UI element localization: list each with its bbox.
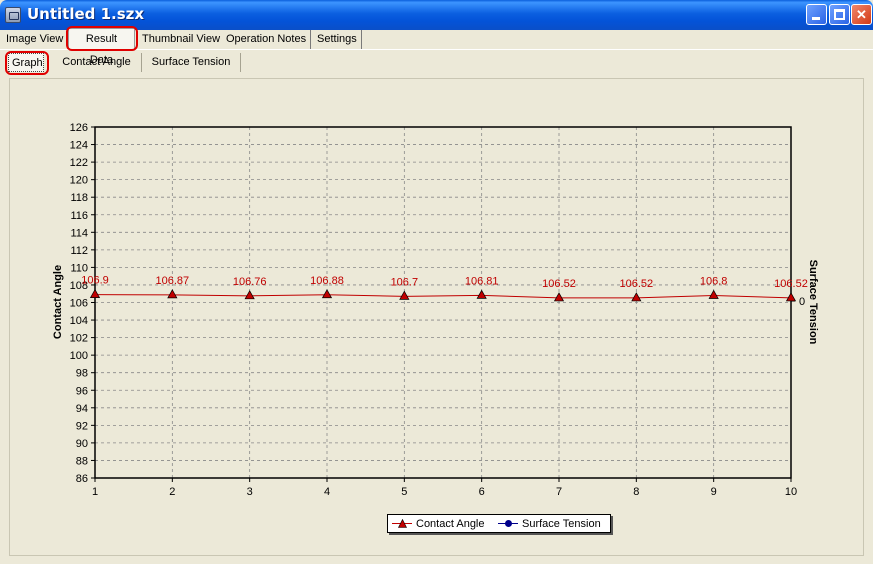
data-point (321, 289, 333, 299)
x-tick-label: 5 (401, 486, 407, 498)
legend-label: Contact Angle (416, 518, 485, 530)
y-axis-title: Contact Angle (52, 265, 64, 339)
y-axis-ticks: 8688909294969810010210410610811011211411… (70, 122, 95, 485)
y-tick-label: 106 (70, 298, 88, 310)
x-tick-label: 6 (479, 486, 485, 498)
data-point (708, 289, 719, 299)
data-label: 106.52 (774, 278, 808, 290)
y-tick-label: 96 (76, 385, 88, 397)
y-tick-label: 92 (76, 420, 88, 432)
y-tick-label: 122 (70, 157, 88, 169)
contact-angle-line (94, 294, 792, 299)
y-tick-label: 94 (76, 403, 88, 415)
data-label: 106.52 (542, 278, 576, 290)
x-tick-label: 9 (711, 486, 717, 498)
data-label: 106.81 (465, 275, 499, 287)
y-tick-label: 98 (76, 368, 88, 380)
data-point (244, 290, 255, 300)
data-point (553, 292, 565, 302)
circle-marker-icon (505, 520, 512, 527)
x-tick-label: 4 (324, 486, 330, 498)
x-axis-ticks: 1 2 3 4 5 6 7 8 9 10 (92, 478, 797, 498)
x-tick-label: 2 (169, 486, 175, 498)
data-point (167, 289, 178, 299)
chart-legend: Contact Angle Surface Tension (387, 514, 611, 533)
data-label: 106.88 (310, 275, 344, 287)
right-axis-title: Surface Tension (807, 260, 819, 345)
y-tick-label: 126 (70, 122, 88, 134)
data-point (631, 292, 642, 302)
right-tick-label: 0 (799, 296, 805, 308)
y-tick-label: 90 (76, 438, 88, 450)
x-tick-label: 1 (92, 486, 98, 498)
data-label: 106.7 (391, 276, 419, 288)
y-tick-label: 124 (70, 140, 88, 152)
y-tick-label: 116 (70, 210, 88, 222)
chart-grid (95, 127, 791, 478)
y-tick-label: 118 (70, 192, 88, 204)
data-point (785, 292, 797, 302)
data-point (89, 288, 101, 298)
data-label: 106.52 (620, 278, 654, 290)
y-tick-label: 110 (70, 262, 88, 274)
y-tick-label: 88 (76, 455, 88, 467)
legend-label: Surface Tension (522, 518, 601, 530)
x-tick-label: 7 (556, 486, 562, 498)
x-tick-label: 3 (247, 486, 253, 498)
y-tick-label: 102 (70, 333, 88, 345)
x-tick-label: 8 (633, 486, 639, 498)
x-tick-label: 10 (785, 486, 797, 498)
y-tick-label: 112 (70, 245, 88, 257)
data-label: 106.9 (81, 275, 109, 287)
data-point (476, 289, 487, 299)
y-tick-label: 86 (76, 473, 88, 485)
data-label: 106.76 (233, 276, 267, 288)
triangle-marker-icon (398, 519, 407, 528)
y-tick-label: 100 (70, 350, 88, 362)
legend-item-surface-tension: Surface Tension (498, 517, 608, 531)
data-label: 106.8 (700, 275, 728, 287)
data-label: 106.87 (156, 275, 190, 287)
y-tick-label: 114 (70, 227, 88, 239)
y-tick-label: 104 (70, 315, 88, 327)
y-tick-label: 120 (70, 175, 88, 187)
contact-angle-chart: 8688909294969810010210410610811011211411… (52, 122, 819, 498)
data-labels: 106.9 106.87 106.76 106.88 106.7 106.81 106.52… (81, 275, 808, 290)
legend-item-contact-angle: Contact Angle (392, 517, 497, 531)
data-point (399, 290, 410, 300)
